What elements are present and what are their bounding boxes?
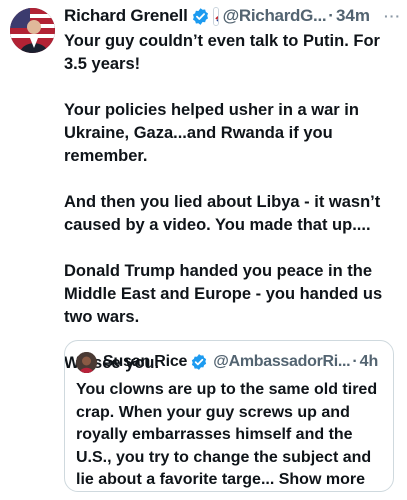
tweet-paragraph: Your guy couldn’t even talk to Putin. Fo… — [64, 32, 380, 73]
tweet-paragraph: Donald Trump handed you peace in the Mid… — [64, 262, 383, 326]
quoted-tweet-timestamp[interactable]: 4h — [360, 353, 379, 371]
separator-dot: · — [352, 353, 358, 370]
verified-badge-icon — [191, 7, 210, 26]
affiliation-badge-icon[interactable] — [212, 6, 219, 26]
tweet-paragraph: And then you lied about Libya - it wasn’… — [64, 193, 381, 234]
tweet[interactable]: Richard Grenell @RichardG... · 34m ··· Y… — [0, 0, 407, 500]
quoted-author-handle[interactable]: @AmbassadorRi... — [213, 353, 350, 371]
quoted-author-name[interactable]: Susan Rice — [103, 353, 187, 371]
author-avatar[interactable] — [10, 8, 55, 53]
author-name[interactable]: Richard Grenell — [64, 6, 188, 26]
show-more-link[interactable]: Show more — [279, 471, 365, 488]
tweet-timestamp[interactable]: 34m — [336, 6, 370, 26]
quoted-tweet-card[interactable]: Susan Rice @AmbassadorRi... · 4h You clo… — [64, 340, 394, 492]
separator-dot: · — [328, 6, 334, 25]
quoted-author-avatar[interactable] — [76, 351, 97, 373]
verified-badge-icon — [190, 353, 209, 372]
tweet-header: Richard Grenell @RichardG... · 34m ··· — [64, 4, 401, 28]
author-handle[interactable]: @RichardG... — [223, 6, 327, 26]
tweet-paragraph: Your policies helped usher in a war in U… — [64, 101, 359, 165]
quoted-tweet-header: Susan Rice @AmbassadorRi... · 4h — [76, 351, 387, 373]
more-horizontal-icon[interactable]: ··· — [384, 8, 401, 24]
quoted-tweet-text: You clowns are up to the same old tired … — [76, 379, 383, 492]
